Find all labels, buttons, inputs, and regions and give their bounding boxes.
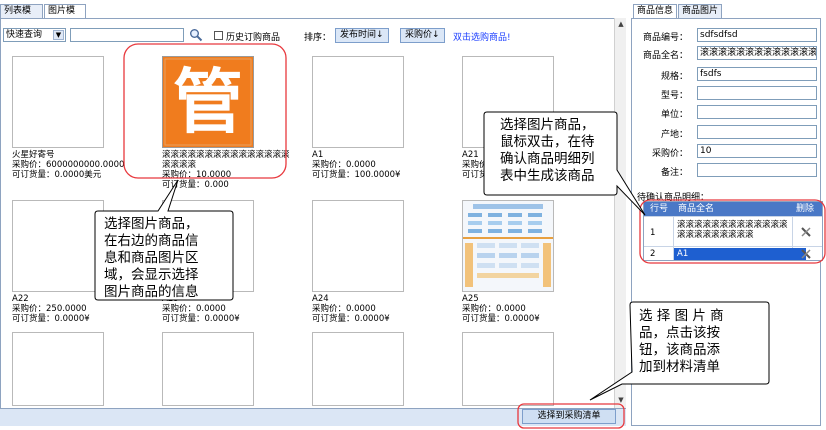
callout-line: 确认商品明细列 [500,151,595,167]
spec-label: 规格： [660,72,688,82]
chevron-down-icon[interactable]: ▼ [53,30,64,40]
product-name: A25 [462,294,479,304]
callout-bottom-right: 选 择 图 片 商 品，点击该按 钮，该商品添 加到材料清单 [639,308,724,376]
callout-line: 图片商品的信息 [104,284,199,300]
product-thumbnail[interactable] [462,200,554,292]
callout-line: 品，点击该按 [639,325,720,341]
sort-label: 排序： [304,33,332,43]
add-to-purchase-list-button[interactable]: 选择到采购清单 [522,409,616,424]
product-price: 采购价：0 [462,160,502,170]
spec-field[interactable]: fsdfs [697,67,817,81]
quick-query-select[interactable]: 快速查询 ▼ [3,28,66,42]
product-thumbnail[interactable] [12,200,104,292]
search-icon[interactable] [189,28,203,42]
price-field[interactable]: 10 [697,144,817,158]
row-number: 1 [650,228,656,238]
product-price: 采购价：0.0000 [312,160,376,170]
product-stock: 可订货量：0.000 [162,180,229,190]
diagram-image [463,201,553,291]
product-thumbnail[interactable] [312,200,404,292]
product-thumbnail[interactable] [12,56,104,148]
callout-line: 选择图片商品， [500,117,595,133]
model-field[interactable] [697,86,817,100]
sort-by-time-button[interactable]: 发布时间↓ [335,28,389,43]
product-thumbnail[interactable] [312,56,404,148]
callout-line: 选 择 图 片 商 [639,308,724,324]
fullname-field[interactable]: 滚滚滚滚滚滚滚滚滚滚滚滚滚 [697,46,817,60]
selected-row[interactable] [674,248,806,260]
sort-by-price-button[interactable]: 采购价↓ [400,28,445,43]
quick-query-label: 快速查询 [6,30,43,40]
scroll-down-icon[interactable]: ▼ [615,394,627,406]
delete-icon[interactable] [800,226,812,238]
product-price: 采购价：0.0000 [312,304,376,314]
tab-product-info[interactable]: 商品信息 [633,4,677,19]
row-name-line1: A1 [677,249,689,259]
history-checkbox-label: 历史订购商品 [226,33,281,43]
product-stock: 可订货量：100.0000¥ [312,170,401,180]
pending-items-grid[interactable]: 行号 商品全名 删除 1 滚滚滚滚滚滚滚滚滚滚滚滚滚 滚滚滚滚滚滚滚滚滚 2 A… [643,201,823,261]
logo-char: 管 [173,61,243,143]
grid-header: 行号 商品全名 删除 [644,202,822,216]
product-stock: 可订货量：0.0000¥ [12,314,90,324]
callout-line: 选择图片商品， [104,216,199,232]
code-label: 商品编号： [642,33,688,43]
price-label: 采购价： [651,149,688,159]
product-thumbnail[interactable] [162,332,254,406]
col-name: 商品全名 [678,204,715,214]
product-price: 采购价：10.0000 [162,170,232,180]
product-stock: 可订货量：0.0000美元 [12,170,102,180]
callout-line: 在右边的商品信 [104,233,199,249]
double-click-hint: 双击选购商品! [453,33,511,43]
callout-line: 鼠标双击，在待 [500,134,595,150]
product-price: 采购价：0.0000 [462,304,526,314]
unit-field[interactable] [697,105,817,119]
product-price: 采购价：6000000000.0000 [12,160,125,170]
product-name: 滚滚滚滚滚滚滚滚滚滚滚滚滚滚滚 [162,150,290,160]
product-thumbnail[interactable] [462,332,554,406]
product-name: A1 [312,150,324,160]
product-thumbnail[interactable] [12,332,104,406]
scroll-up-icon[interactable]: ▲ [615,18,627,30]
row-name-line2: 滚滚滚滚滚滚滚滚滚 [677,230,754,240]
product-stock: 可订货量：0.0000¥ [312,314,390,324]
model-label: 型号： [660,91,688,101]
tab-product-image[interactable]: 商品图片 [678,4,722,18]
vertical-scrollbar[interactable]: ▲ ▼ [614,18,626,408]
row-name-line1: 滚滚滚滚滚滚滚滚滚滚滚滚滚 [677,220,788,230]
remark-label: 备注： [660,168,688,178]
callout-line: 域，会显示选择 [104,267,199,283]
history-checkbox[interactable] [214,31,223,40]
product-thumbnail[interactable] [312,332,404,406]
unit-label: 单位： [660,110,688,120]
product-name: A21 [462,150,479,160]
callout-line: 加到材料清单 [639,359,720,375]
remark-field[interactable] [697,163,817,177]
col-no: 行号 [650,204,669,214]
callout-middle: 选择图片商品， 在右边的商品信 息和商品图片区 域，会显示选择 图片商品的信息 [104,216,199,301]
col-delete: 删除 [796,204,815,214]
callout-top-right: 选择图片商品， 鼠标双击，在待 确认商品明细列 表中生成该商品 [500,117,595,185]
product-name: A22 [12,294,29,304]
product-name: A24 [312,294,329,304]
product-price: 采购价：250.0000 [12,304,87,314]
product-name: 火星好寄号 [12,150,55,160]
callout-line: 息和商品图片区 [104,250,199,266]
product-stock: 可订货量：0.0000¥ [462,314,540,324]
origin-label: 产地： [660,130,688,140]
tab-list-mode[interactable]: 列表模式 [0,4,43,29]
tab-image-mode[interactable]: 图片模式 [44,4,86,29]
code-field[interactable]: sdfsdfsd [697,28,817,42]
callout-line: 钮，该商品添 [639,342,720,358]
callout-line: 表中生成该商品 [500,168,595,184]
product-price: 采购价：0.0000 [162,304,226,314]
search-input[interactable] [70,28,184,42]
product-stock: 可订货量：0.0000¥ [162,314,240,324]
product-thumbnail[interactable]: 管 [162,56,254,148]
origin-field[interactable] [697,125,817,139]
row-number: 2 [650,249,656,259]
delete-icon[interactable] [800,248,812,260]
product-name-line2: 滚滚滚滚 [162,160,197,170]
fullname-label: 商品全名： [642,51,688,61]
